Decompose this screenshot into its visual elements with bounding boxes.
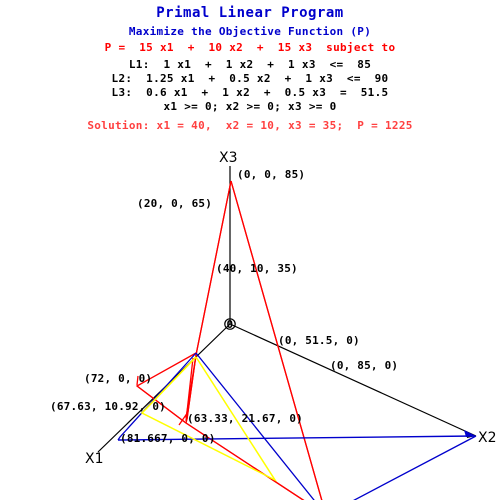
vertex-label-0-51.5-0: (0, 51.5, 0) xyxy=(278,334,360,347)
vertex-label-0-85-0: (0, 85, 0) xyxy=(330,359,398,372)
vertex-label-72-0-0: (72, 0, 0) xyxy=(84,372,152,385)
vertex-label-63.33-21.67-0: (63.33, 21.67, 0) xyxy=(187,412,303,425)
axis-label-x1: X1 xyxy=(85,451,104,467)
vertex-label-20-0-65: (20, 0, 65) xyxy=(137,197,212,210)
l2-arrow xyxy=(464,430,476,437)
origin-label: 0 xyxy=(227,318,234,331)
constraint-nonnegativity: x1 >= 0; x2 >= 0; x3 >= 0 xyxy=(163,100,337,113)
vertex-label-81.667-0-0: (81.667, 0, 0) xyxy=(120,432,216,445)
page-title: Primal Linear Program xyxy=(156,5,344,21)
plot-svg: 0 (0, 0, 85) (20, 0, 65) (40, 10, 35) (0… xyxy=(50,150,497,500)
constraint-l3: L3: 0.6 x1 + 1 x2 + 0.5 x3 = 51.5 xyxy=(111,86,389,99)
vertex-label-40-10-35: (40, 10, 35) xyxy=(216,262,298,275)
vertex-label-0-0-85: (0, 0, 85) xyxy=(237,168,305,181)
constraint-l1: L1: 1 x1 + 1 x2 + 1 x3 <= 85 xyxy=(128,58,372,71)
linear-program-figure: Primal Linear Program Maximize the Objec… xyxy=(0,0,500,500)
objective-function: P = 15 x1 + 10 x2 + 15 x3 subject to xyxy=(104,41,396,54)
constraint-l2: L2: 1.25 x1 + 0.5 x2 + 1 x3 <= 90 xyxy=(111,72,389,85)
solution-text: Solution: x1 = 40, x2 = 10, x3 = 35; P =… xyxy=(87,119,413,132)
axis-label-x3: X3 xyxy=(219,150,238,166)
page-subtitle: Maximize the Objective Function (P) xyxy=(128,25,372,38)
plot-area: 0 (0, 0, 85) (20, 0, 65) (40, 10, 35) (0… xyxy=(0,140,500,500)
axis-label-x2: X2 xyxy=(478,430,497,446)
constraint-l2-polyline xyxy=(195,352,477,500)
vertex-label-67.63-10.92-0: (67.63, 10.92, 0) xyxy=(50,400,166,413)
l1-boundary-polyline xyxy=(185,180,232,424)
vertex-labels: (0, 0, 85) (20, 0, 65) (40, 10, 35) (0, … xyxy=(50,168,398,445)
